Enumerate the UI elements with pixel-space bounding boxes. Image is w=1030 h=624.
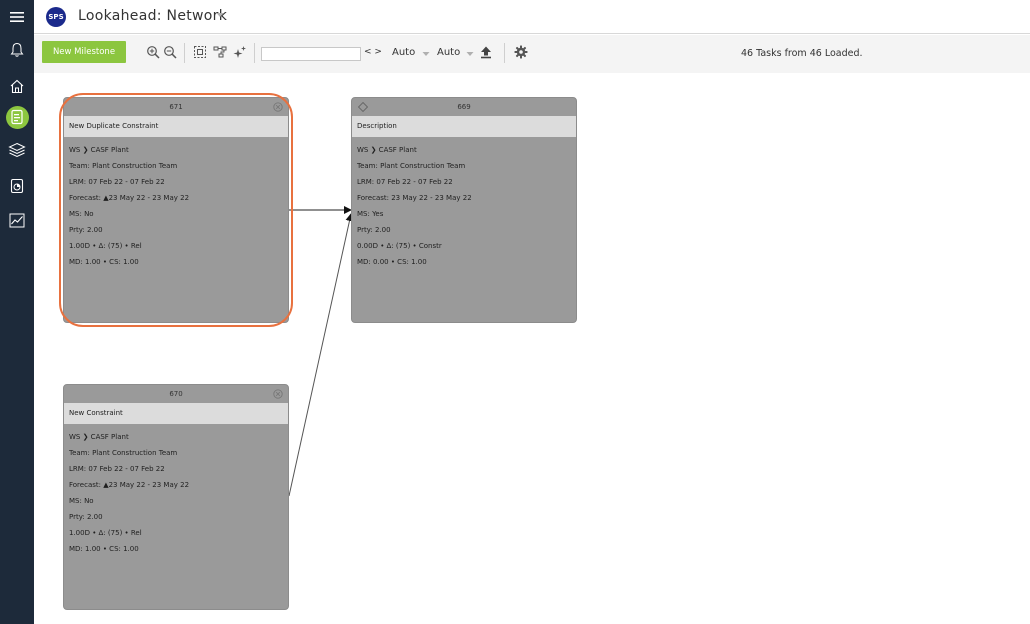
task-md-cs: MD: 1.00 • CS: 1.00 [69,258,139,266]
task-ws: WS ❯ CASF Plant [69,146,129,154]
task-ms: MS: No [69,210,94,218]
search-input[interactable] [261,47,361,61]
schedule-icon[interactable] [0,105,34,129]
toolbar-divider [184,43,185,63]
auto-select-2[interactable]: Auto [437,47,460,58]
app-logo[interactable]: SPS [46,7,66,27]
task-team: Team: Plant Construction Team [357,162,466,170]
fit-to-screen-icon[interactable] [193,45,207,59]
menu-icon[interactable] [0,5,34,29]
task-duration: 1.00D • Δ: (75) • Rel [69,529,142,537]
task-description: New Duplicate Constraint [64,116,288,137]
toolbar-divider [504,43,505,63]
task-id: 669 [457,103,471,111]
task-details: WS ❯ CASF Plant Team: Plant Construction… [357,145,472,273]
left-nav-rail [0,0,34,624]
task-details: WS ❯ CASF Plant Team: Plant Construction… [69,432,189,560]
document-icon[interactable] [0,174,34,198]
close-icon[interactable] [273,102,283,112]
chevron-down-icon[interactable] [466,51,474,57]
toolbar: New Milestone < > Auto Auto 46 Tasks fro… [34,35,1030,73]
task-description: Description [352,116,576,137]
task-duration: 1.00D • Δ: (75) • Rel [69,242,142,250]
task-md-cs: MD: 0.00 • CS: 1.00 [357,258,427,266]
zoom-out-icon[interactable] [163,45,177,59]
task-lrm: LRM: 07 Feb 22 - 07 Feb 22 [69,178,165,186]
task-forecast: Forecast: 23 May 22 - 23 May 22 [357,194,472,202]
task-duration: 0.00D • Δ: (75) • Constr [357,242,442,250]
task-ms: MS: No [69,497,94,505]
layout-network-icon[interactable] [213,45,227,59]
chart-icon[interactable] [0,208,34,232]
title-bar: SPS Lookahead: Network [34,0,1030,34]
new-milestone-button[interactable]: New Milestone [42,41,126,63]
search-nav-arrows[interactable]: < > [364,47,382,57]
toolbar-divider [254,43,255,63]
task-card[interactable]: 670 New Constraint WS ❯ CASF Plant Team:… [63,384,289,610]
task-team: Team: Plant Construction Team [69,162,178,170]
task-md-cs: MD: 1.00 • CS: 1.00 [69,545,139,553]
task-priority: Prty: 2.00 [69,513,103,521]
chevron-down-icon[interactable] [422,51,430,57]
zoom-in-icon[interactable] [146,45,160,59]
upload-icon[interactable] [479,45,493,59]
task-ms: MS: Yes [357,210,384,218]
home-icon[interactable] [0,74,34,98]
sparkle-icon[interactable] [233,45,247,59]
task-description: New Constraint [64,403,288,424]
task-id: 670 [169,390,183,398]
task-card[interactable]: 669 Description WS ❯ CASF Plant Team: Pl… [351,97,577,323]
task-details: WS ❯ CASF Plant Team: Plant Construction… [69,145,189,273]
task-card[interactable]: 671 New Duplicate Constraint WS ❯ CASF P… [63,97,289,323]
chevron-down-icon[interactable] [216,12,224,18]
task-count-status: 46 Tasks from 46 Loaded. [741,48,863,59]
gear-icon[interactable] [514,45,528,59]
task-team: Team: Plant Construction Team [69,449,178,457]
task-id: 671 [169,103,183,111]
layers-icon[interactable] [0,138,34,162]
task-forecast: Forecast: ▲23 May 22 - 23 May 22 [69,194,190,202]
task-ws: WS ❯ CASF Plant [357,146,417,154]
bell-icon[interactable] [0,38,34,62]
auto-select-1[interactable]: Auto [392,47,415,58]
close-icon[interactable] [273,389,283,399]
task-forecast: Forecast: ▲23 May 22 - 23 May 22 [69,481,190,489]
task-priority: Prty: 2.00 [69,226,103,234]
page-title: Lookahead: Network [78,8,228,24]
task-lrm: LRM: 07 Feb 22 - 07 Feb 22 [357,178,453,186]
task-priority: Prty: 2.00 [357,226,391,234]
task-lrm: LRM: 07 Feb 22 - 07 Feb 22 [69,465,165,473]
task-ws: WS ❯ CASF Plant [69,433,129,441]
